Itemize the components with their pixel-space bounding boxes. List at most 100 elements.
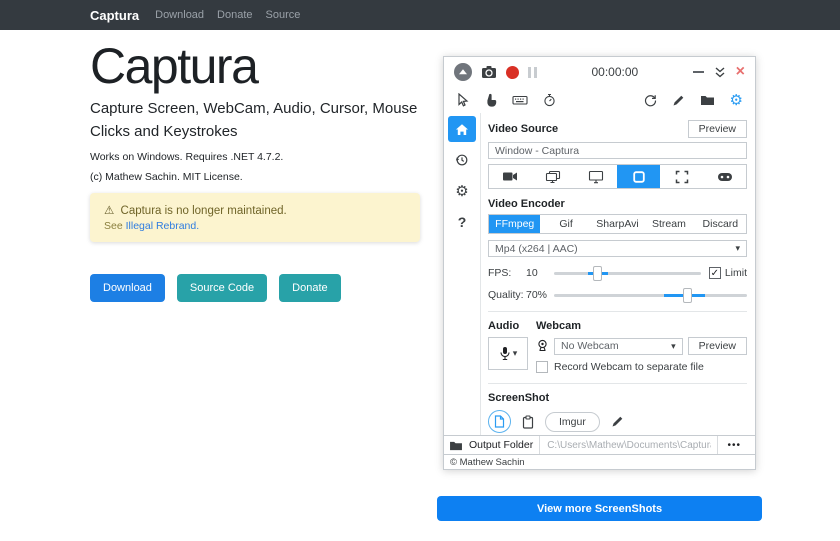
warning-icon: ⚠ <box>104 205 114 217</box>
chevron-up-icon <box>458 68 468 76</box>
alert-message-line: ⚠ Captura is no longer maintained. <box>104 203 406 217</box>
page-body: Captura Capture Screen, WebCam, Audio, C… <box>0 30 840 521</box>
timer-tool-button[interactable] <box>543 93 556 107</box>
audio-webcam-row: Audio ▾ Webcam <box>488 320 747 373</box>
webcam-select[interactable]: No Webcam ▾ <box>554 338 683 355</box>
screenshot-edit-button[interactable] <box>611 415 624 428</box>
rail-recent-button[interactable] <box>448 147 476 173</box>
microphone-icon <box>499 346 511 361</box>
screenshot-to-file-button[interactable] <box>488 410 511 433</box>
screenshot-actions-row: Imgur <box>488 410 747 433</box>
source-all-screens-button[interactable] <box>532 165 575 188</box>
record-webcam-checkbox-row[interactable]: Record Webcam to separate file <box>536 361 747 373</box>
tab-discard[interactable]: Discard <box>695 215 746 233</box>
alert-message: Captura is no longer maintained. <box>121 205 287 217</box>
divider <box>488 383 747 384</box>
cursor-toggle-button[interactable] <box>456 93 469 107</box>
imgur-upload-button[interactable]: Imgur <box>545 412 600 432</box>
screenshot-label: ScreenShot <box>488 392 549 404</box>
nav-link-download[interactable]: Download <box>155 9 204 21</box>
video-encoder-label: Video Encoder <box>488 198 565 210</box>
tab-stream[interactable]: Stream <box>643 215 694 233</box>
camera-icon <box>481 65 497 79</box>
webcam-section: Webcam No Webcam ▾ <box>536 320 747 373</box>
quality-slider[interactable] <box>554 294 747 297</box>
quality-label: Quality: <box>488 289 526 301</box>
limit-label: Limit <box>725 267 747 279</box>
rail-help-button[interactable]: ? <box>448 209 476 235</box>
rail-settings-gear-icon[interactable]: ⚙ <box>448 178 476 204</box>
nav-link-source[interactable]: Source <box>266 9 301 21</box>
close-button[interactable]: × <box>736 64 745 80</box>
download-button[interactable]: Download <box>90 274 165 302</box>
caret-down-icon: ▾ <box>735 243 740 254</box>
video-source-selected-value: Window - Captura <box>495 145 579 157</box>
fps-limit-checkbox-row[interactable]: ✓ Limit <box>709 267 747 279</box>
folder-icon <box>700 94 715 106</box>
source-screen-button[interactable] <box>575 165 618 188</box>
folder-icon <box>449 440 463 451</box>
source-game-button[interactable] <box>703 165 746 188</box>
navbar-brand[interactable]: Captura <box>90 8 139 23</box>
annotate-button[interactable] <box>672 94 685 107</box>
illegal-rebrand-link[interactable]: Illegal Rebrand. <box>126 220 200 232</box>
screenshot-to-clipboard-button[interactable] <box>522 415 534 429</box>
source-region-button[interactable] <box>660 165 703 188</box>
output-folder-path[interactable]: C:\Users\Mathew\Documents\Captura <box>539 436 711 454</box>
fps-slider-thumb[interactable] <box>593 266 602 281</box>
record-webcam-checkbox[interactable] <box>536 361 548 373</box>
refresh-icon <box>644 94 657 107</box>
app-screenshot-column: 00:00:00 × <box>437 56 762 521</box>
pause-button[interactable] <box>528 67 537 78</box>
expand-collapse-button[interactable] <box>713 66 727 79</box>
webcam-icon <box>536 339 549 353</box>
limit-checkbox[interactable]: ✓ <box>709 267 721 279</box>
audio-source-button[interactable]: ▾ <box>488 337 528 370</box>
screenshot-camera-button[interactable] <box>481 65 497 79</box>
video-source-header: Video Source Preview <box>488 120 747 138</box>
codec-selected-value: Mp4 (x264 | AAC) <box>495 243 578 255</box>
hero-section: Captura Capture Screen, WebCam, Audio, C… <box>90 40 437 521</box>
divider <box>488 311 747 312</box>
output-folder-label: Output Folder <box>469 439 533 451</box>
collapse-up-button[interactable] <box>454 63 472 81</box>
settings-gear-icon[interactable]: ⚙ <box>730 93 743 108</box>
tab-gif[interactable]: Gif <box>540 215 591 233</box>
minimize-button[interactable] <box>693 71 704 73</box>
pencil-icon <box>611 415 624 428</box>
view-more-screenshots-button[interactable]: View more ScreenShots <box>437 496 762 521</box>
donate-button[interactable]: Donate <box>279 274 340 302</box>
webcam-preview-button[interactable]: Preview <box>688 337 747 355</box>
fps-label: FPS: <box>488 267 526 279</box>
video-source-select[interactable]: Window - Captura <box>488 142 747 159</box>
nav-link-donate[interactable]: Donate <box>217 9 252 21</box>
fps-slider[interactable] <box>554 272 701 275</box>
encoder-tabs: FFmpeg Gif SharpAvi Stream Discard <box>488 214 747 234</box>
source-window-button[interactable] <box>617 165 660 188</box>
side-rail: ⚙ ? <box>444 113 481 435</box>
fps-value: 10 <box>526 267 554 279</box>
browse-folder-button[interactable]: ••• <box>717 436 750 454</box>
open-folder-button[interactable] <box>700 94 715 106</box>
refresh-button[interactable] <box>644 94 657 107</box>
codec-select[interactable]: Mp4 (x264 | AAC) ▾ <box>488 240 747 257</box>
screenshot-header: ScreenShot <box>488 392 747 404</box>
video-source-mode-row <box>488 164 747 189</box>
keystrokes-toggle-button[interactable] <box>512 94 528 106</box>
keyboard-icon <box>512 94 528 106</box>
mouse-clicks-toggle-button[interactable] <box>484 93 497 107</box>
rail-home-button[interactable] <box>448 116 476 142</box>
multiple-monitors-icon <box>545 170 561 184</box>
source-code-button[interactable]: Source Code <box>177 274 267 302</box>
record-button[interactable] <box>506 66 519 79</box>
quality-slider-thumb[interactable] <box>683 288 692 303</box>
app-copyright: © Mathew Sachin <box>444 454 755 469</box>
output-folder-bar: Output Folder C:\Users\Mathew\Documents\… <box>444 435 755 454</box>
home-icon <box>455 123 469 136</box>
tab-ffmpeg[interactable]: FFmpeg <box>489 215 540 233</box>
video-source-preview-button[interactable]: Preview <box>688 120 747 138</box>
quality-value: 70% <box>526 289 554 301</box>
source-camcorder-button[interactable] <box>489 165 532 188</box>
tab-sharpavi[interactable]: SharpAvi <box>592 215 643 233</box>
hero-subtitle: Capture Screen, WebCam, Audio, Cursor, M… <box>90 98 425 143</box>
